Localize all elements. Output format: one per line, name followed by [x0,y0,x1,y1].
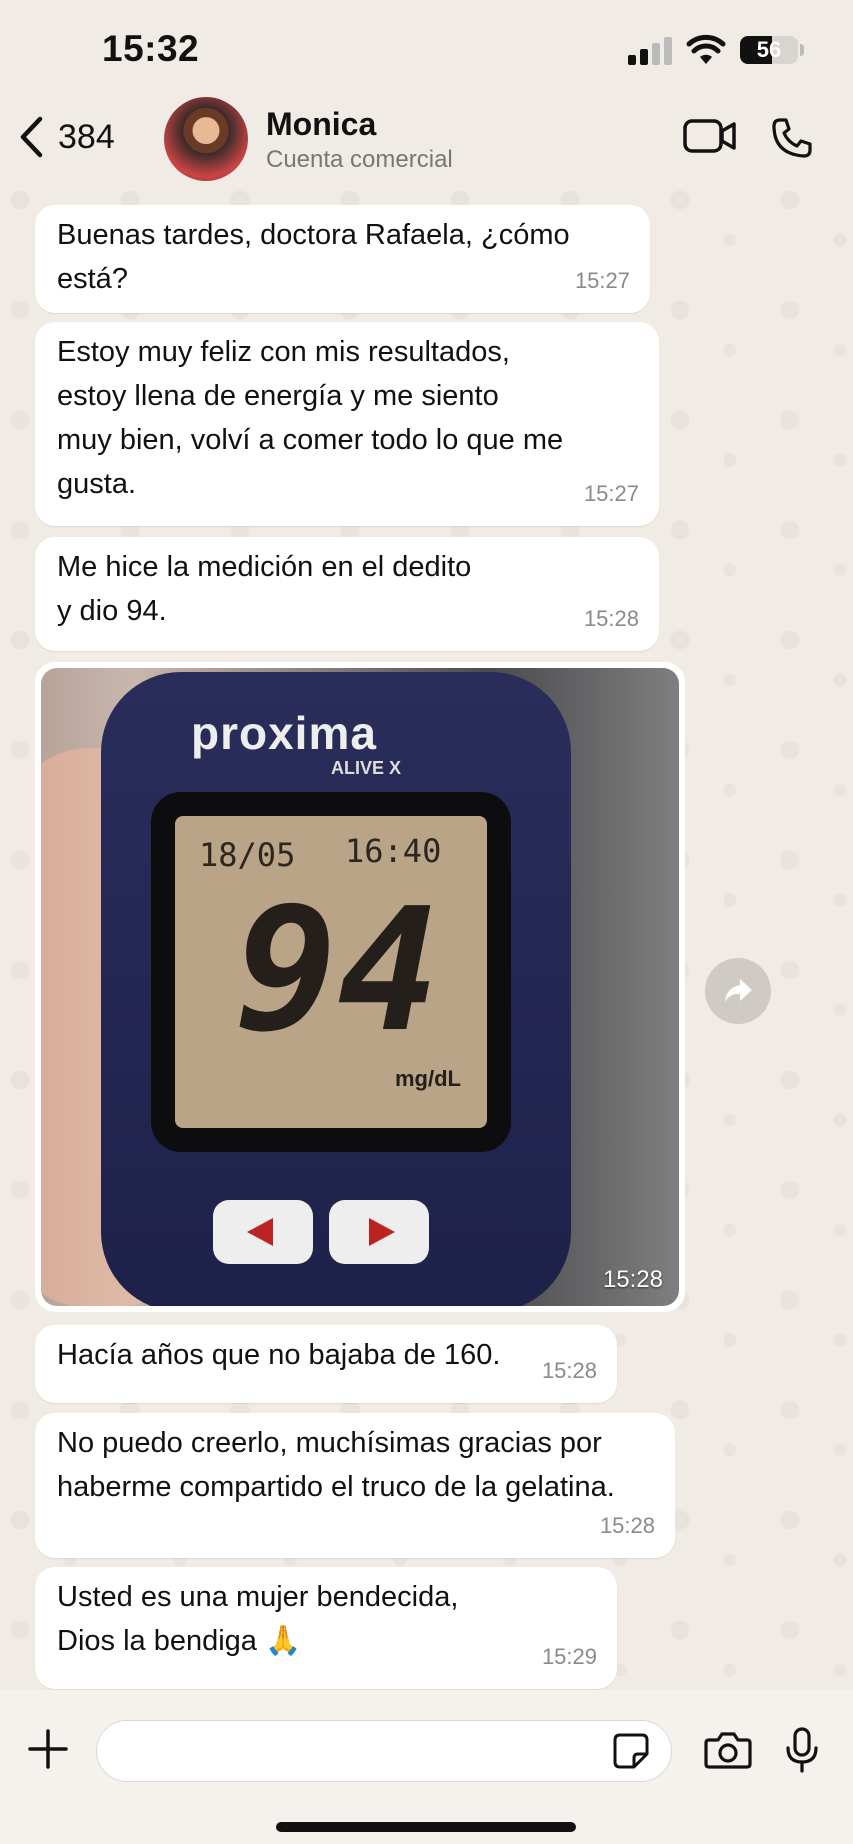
meter-reading: 94 [235,872,440,1070]
contact-subtitle: Cuenta comercial [266,146,453,173]
phone-call-icon[interactable] [770,116,814,160]
forward-icon [725,979,752,1002]
message-bubble[interactable]: Buenas tardes, doctora Rafaela, ¿cómo es… [35,205,650,313]
chevron-left-icon [20,116,43,158]
contact-name[interactable]: Monica [266,106,376,143]
message-bubble[interactable]: No puedo creerlo, muchísimas gracias por… [35,1413,675,1558]
message-text: No puedo creerlo, muchísimas gracias por… [57,1427,615,1503]
forward-button[interactable] [705,958,771,1024]
plus-icon[interactable] [27,1728,69,1770]
avatar[interactable] [164,97,248,181]
image-message[interactable]: proxima ALIVE X 18/05 16:40 94 mg/dL 15:… [35,662,685,1312]
battery-cap [800,44,804,56]
meter-display: 18/05 16:40 94 mg/dL [175,816,487,1128]
message-text: Usted es una mujer bendecida, Dios la be… [57,1581,459,1657]
battery-percent: 56 [756,37,782,62]
meter-unit: mg/dL [395,1066,461,1091]
message-time: 15:28 [599,1513,655,1538]
composer-bar [0,1690,853,1844]
message-bubble[interactable]: Usted es una mujer bendecida, Dios la be… [35,1567,617,1689]
meter-brand: proxima [191,707,377,759]
message-time: 15:27 [583,481,639,506]
message-input[interactable] [96,1720,672,1782]
cellular-signal-icon [628,37,672,65]
message-time: 15:28 [583,606,639,631]
camera-icon[interactable] [704,1730,752,1770]
sticker-icon[interactable] [612,1732,650,1770]
message-bubble[interactable]: Estoy muy feliz con mis resultados, esto… [35,322,659,526]
message-time: 15:29 [541,1644,597,1669]
video-call-icon[interactable] [682,116,738,156]
message-bubble[interactable]: Hacía años que no bajaba de 160. 15:28 [35,1325,617,1403]
message-text: Me hice la medición en el dedito y dio 9… [57,551,472,627]
status-time: 15:32 [102,28,200,69]
glucose-meter-photo[interactable]: proxima ALIVE X 18/05 16:40 94 mg/dL 15:… [41,668,679,1306]
message-text: Hacía años que no bajaba de 160. [57,1339,501,1371]
unread-count: 384 [58,117,115,156]
battery-icon: 56 [740,36,798,64]
message-text: Buenas tardes, doctora Rafaela, ¿cómo es… [57,219,570,295]
wifi-icon [686,34,726,64]
chat-header: 384 Monica Cuenta comercial [0,97,853,182]
back-button[interactable]: 384 [18,116,115,158]
home-indicator [276,1822,576,1832]
microphone-icon[interactable] [784,1726,820,1774]
meter-left-button [213,1200,313,1264]
status-bar: 15:32 56 [0,0,853,100]
message-bubble[interactable]: Me hice la medición en el dedito y dio 9… [35,537,659,651]
meter-model: ALIVE X [331,758,402,778]
meter-right-button [329,1200,429,1264]
glucose-meter: proxima ALIVE X 18/05 16:40 94 mg/dL [101,672,571,1306]
meter-screen: 18/05 16:40 94 mg/dL [151,792,511,1152]
message-time: 15:28 [541,1358,597,1383]
meter-clock: 16:40 [345,832,442,870]
meter-date: 18/05 [199,836,296,874]
photo-time: 15:28 [602,1266,663,1293]
message-text: Estoy muy feliz con mis resultados, esto… [57,336,564,500]
message-time: 15:27 [574,268,630,293]
